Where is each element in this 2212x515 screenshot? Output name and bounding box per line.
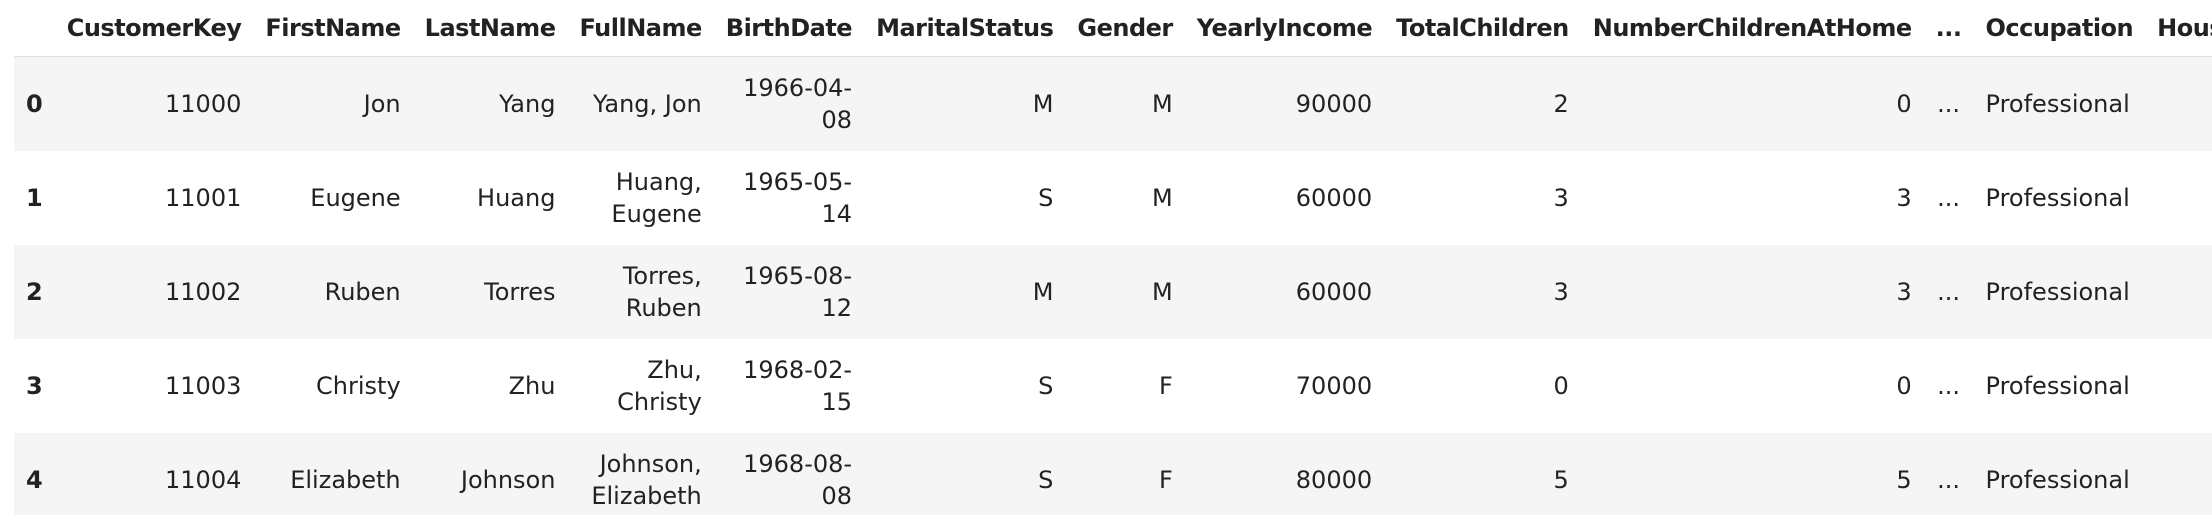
header-lastname: LastName	[412, 0, 568, 57]
row-index: 3	[26, 371, 43, 400]
cell-gender: M	[1152, 89, 1173, 118]
header-birthdate: BirthDate	[713, 0, 865, 57]
cell-ellipsis: ...	[1937, 277, 1961, 306]
cell-houseown	[2145, 57, 2212, 151]
cell-fullname: Torres, Ruben	[622, 261, 702, 322]
cell-yearlyincome: 60000	[1295, 183, 1373, 212]
cell-yearlyincome: 80000	[1295, 465, 1373, 494]
header-numberchildrenathome: NumberChildrenAtHome	[1580, 0, 1924, 57]
cell-occupation: Professional	[1985, 89, 2130, 118]
cell-customerkey: 11004	[165, 465, 242, 494]
cell-customerkey: 11001	[165, 183, 242, 212]
header-row: CustomerKey FirstName LastName FullName …	[14, 0, 2212, 57]
cell-lastname: Johnson	[460, 465, 556, 494]
cell-fullname: Zhu, Christy	[617, 355, 702, 416]
cell-fullname: Johnson, Elizabeth	[591, 449, 702, 510]
table-row: 2 11002 Ruben Torres Torres, Ruben 1965-…	[14, 244, 2212, 339]
cell-occupation: Professional	[1985, 183, 2130, 212]
table-row: 4 11004 Elizabeth Johnson Johnson, Eliza…	[14, 432, 2212, 515]
header-houseown: HouseOwn	[2145, 0, 2212, 57]
table-row: 0 11000 Jon Yang Yang, Jon 1966-04-08 M …	[14, 56, 2212, 151]
cell-houseown	[2145, 433, 2212, 515]
cell-birthdate: 1965-05-14	[743, 167, 853, 228]
row-index: 4	[26, 465, 43, 494]
cell-maritalstatus: S	[1038, 183, 1054, 212]
row-index: 1	[26, 183, 43, 212]
cell-occupation: Professional	[1985, 277, 2130, 306]
header-customerkey: CustomerKey	[54, 0, 254, 57]
cell-lastname: Yang	[498, 89, 556, 118]
cell-yearlyincome: 60000	[1295, 277, 1373, 306]
cell-houseown	[2145, 339, 2212, 433]
cell-firstname: Christy	[316, 371, 401, 400]
cell-yearlyincome: 70000	[1295, 371, 1373, 400]
header-gender: Gender	[1065, 0, 1185, 57]
cell-customerkey: 11003	[165, 371, 242, 400]
header-totalchildren: TotalChildren	[1384, 0, 1581, 57]
cell-occupation: Professional	[1985, 371, 2130, 400]
cell-gender: M	[1152, 183, 1173, 212]
cell-birthdate: 1965-08-12	[743, 261, 853, 322]
row-index: 0	[26, 89, 43, 118]
cell-gender: F	[1158, 465, 1173, 494]
cell-totalchildren: 2	[1553, 89, 1569, 118]
cell-totalchildren: 3	[1553, 277, 1569, 306]
cell-houseown	[2145, 151, 2212, 245]
header-maritalstatus: MaritalStatus	[864, 0, 1066, 57]
header-yearlyincome: YearlyIncome	[1184, 0, 1385, 57]
cell-maritalstatus: S	[1038, 465, 1054, 494]
dataframe-output: CustomerKey FirstName LastName FullName …	[14, 0, 2212, 515]
cell-birthdate: 1968-02-15	[743, 355, 853, 416]
cell-lastname: Zhu	[508, 371, 556, 400]
cell-occupation: Professional	[1985, 465, 2130, 494]
cell-birthdate: 1968-08-08	[743, 449, 853, 510]
cell-gender: F	[1158, 371, 1173, 400]
header-ellipsis: ...	[1923, 0, 1974, 57]
cell-numberchildrenathome: 5	[1896, 465, 1912, 494]
cell-customerkey: 11002	[165, 277, 242, 306]
header-occupation: Occupation	[1973, 0, 2146, 57]
cell-maritalstatus: M	[1032, 89, 1054, 118]
cell-houseown	[2145, 245, 2212, 339]
cell-ellipsis: ...	[1937, 183, 1961, 212]
cell-gender: M	[1152, 277, 1173, 306]
cell-numberchildrenathome: 3	[1896, 277, 1912, 306]
header-fullname: FullName	[567, 0, 714, 57]
cell-maritalstatus: S	[1038, 371, 1054, 400]
cell-ellipsis: ...	[1937, 465, 1961, 494]
cell-firstname: Ruben	[324, 277, 401, 306]
cell-totalchildren: 3	[1553, 183, 1569, 212]
cell-ellipsis: ...	[1937, 89, 1961, 118]
table-row: 3 11003 Christy Zhu Zhu, Christy 1968-02…	[14, 338, 2212, 433]
cell-maritalstatus: M	[1032, 277, 1054, 306]
cell-numberchildrenathome: 0	[1896, 371, 1912, 400]
table-row: 1 11001 Eugene Huang Huang, Eugene 1965-…	[14, 150, 2212, 245]
cell-fullname: Yang, Jon	[593, 89, 702, 118]
cell-firstname: Eugene	[310, 183, 401, 212]
cell-totalchildren: 0	[1553, 371, 1569, 400]
cell-fullname: Huang, Eugene	[611, 167, 702, 228]
cell-birthdate: 1966-04-08	[743, 73, 853, 134]
cell-customerkey: 11000	[165, 89, 242, 118]
header-index	[14, 0, 55, 57]
cell-lastname: Huang	[477, 183, 556, 212]
cell-firstname: Jon	[363, 89, 401, 118]
dataframe-table: CustomerKey FirstName LastName FullName …	[14, 0, 2212, 515]
cell-totalchildren: 5	[1553, 465, 1569, 494]
cell-numberchildrenathome: 0	[1896, 89, 1912, 118]
cell-yearlyincome: 90000	[1295, 89, 1373, 118]
cell-numberchildrenathome: 3	[1896, 183, 1912, 212]
cell-firstname: Elizabeth	[290, 465, 401, 494]
cell-lastname: Torres	[484, 277, 556, 306]
row-index: 2	[26, 277, 43, 306]
header-firstname: FirstName	[253, 0, 413, 57]
cell-ellipsis: ...	[1937, 371, 1961, 400]
